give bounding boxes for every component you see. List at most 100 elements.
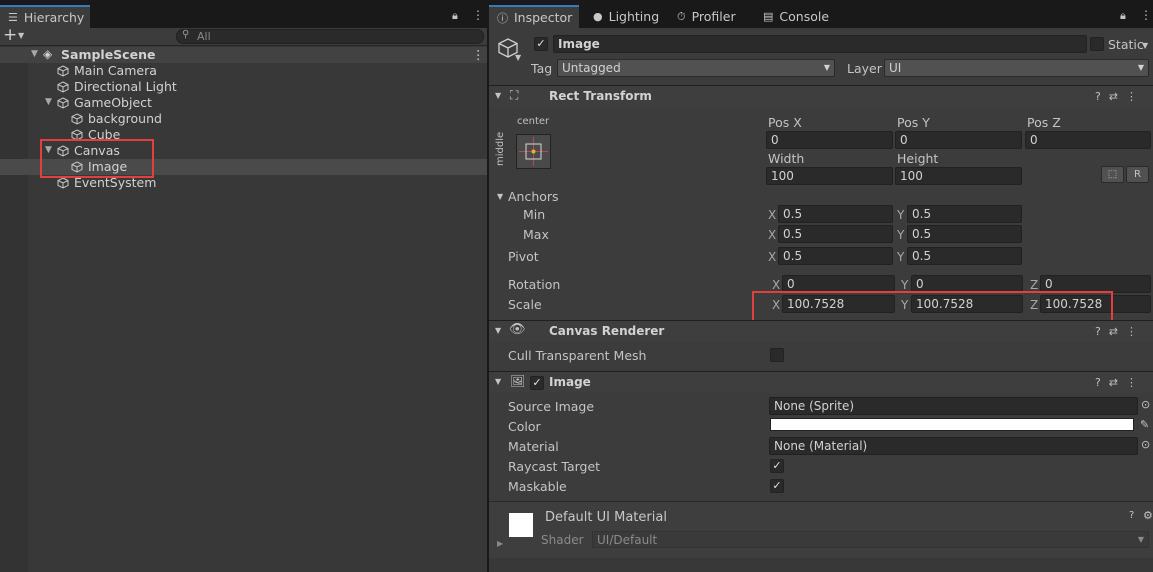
preset-icon[interactable]: ⇄ bbox=[1109, 90, 1126, 103]
raycast-target-checkbox[interactable]: ✓ bbox=[770, 459, 784, 473]
eyedropper-icon[interactable]: ✎ bbox=[1140, 418, 1149, 431]
anchor-max-y-field[interactable]: 0.5 bbox=[907, 225, 1022, 243]
hierarchy-toolbar: + ▼ ⚲ All bbox=[0, 25, 487, 46]
info-icon: ⓘ bbox=[497, 11, 508, 25]
canvas-renderer-header[interactable]: ▼ 👁︎ Canvas Renderer ?⇄⋮ bbox=[489, 320, 1153, 342]
shader-dropdown[interactable]: UI/Default ▼ bbox=[592, 531, 1149, 548]
anchor-preset-icon bbox=[519, 137, 548, 166]
more-options-icon[interactable]: ⋮ bbox=[1126, 90, 1145, 103]
more-options-icon[interactable]: ⋮ bbox=[1140, 8, 1152, 22]
source-image-label: Source Image bbox=[508, 399, 595, 414]
object-name-field[interactable]: Image bbox=[553, 35, 1087, 53]
tag-dropdown[interactable]: Untagged ▼ bbox=[557, 59, 835, 77]
help-icon[interactable]: ? bbox=[1095, 90, 1109, 103]
chevron-down-icon[interactable]: ▼ bbox=[45, 97, 52, 107]
image-enabled-checkbox[interactable]: ✓ bbox=[530, 376, 544, 390]
height-label: Height bbox=[897, 151, 939, 166]
preset-icon[interactable]: ⇄ bbox=[1109, 325, 1126, 338]
more-options-icon[interactable]: ⋮ bbox=[1126, 325, 1145, 338]
more-options-icon[interactable]: ⋮ bbox=[472, 8, 484, 22]
tab-console[interactable]: ▤ Console bbox=[755, 5, 837, 28]
blueprint-mode-button[interactable]: ⬚ bbox=[1101, 166, 1124, 183]
chevron-down-icon: ▼ bbox=[1137, 63, 1144, 72]
tree-item-background[interactable]: background bbox=[0, 111, 487, 127]
static-checkbox[interactable] bbox=[1090, 37, 1104, 51]
anchor-min-x-field[interactable]: 0.5 bbox=[778, 205, 893, 223]
chevron-down-icon[interactable]: ▼ bbox=[1142, 41, 1148, 50]
cull-transparent-label: Cull Transparent Mesh bbox=[508, 348, 647, 363]
axis-x-label: X bbox=[768, 228, 777, 242]
raycast-target-label: Raycast Target bbox=[508, 459, 601, 474]
help-icon[interactable]: ? bbox=[1129, 510, 1134, 521]
anchor-preset-button[interactable] bbox=[516, 134, 551, 169]
more-options-icon[interactable]: ⋮ bbox=[472, 47, 485, 62]
dotted-rect-icon: ⬚ bbox=[1107, 169, 1118, 180]
lock-icon[interactable]: 🔒︎ bbox=[452, 9, 458, 23]
eye-icon: 👁︎ bbox=[509, 322, 526, 337]
maskable-label: Maskable bbox=[508, 479, 567, 494]
tree-item-main-camera[interactable]: Main Camera bbox=[0, 63, 487, 79]
active-checkbox[interactable]: ✓ bbox=[534, 37, 548, 51]
source-image-field[interactable]: None (Sprite) bbox=[769, 397, 1138, 415]
chevron-down-icon[interactable]: ▼ bbox=[515, 53, 521, 62]
layer-dropdown[interactable]: UI ▼ bbox=[884, 59, 1149, 77]
chevron-right-icon[interactable]: ▶ bbox=[497, 539, 503, 548]
chevron-down-icon[interactable]: ▼ bbox=[497, 192, 503, 201]
posz-field[interactable]: 0 bbox=[1025, 131, 1151, 149]
preset-icon[interactable]: ⇄ bbox=[1109, 376, 1126, 389]
component-actions[interactable]: ?⇄⋮ bbox=[1095, 376, 1145, 389]
posx-label: Pos X bbox=[768, 115, 802, 130]
pivot-x-field[interactable]: 0.5 bbox=[778, 247, 893, 265]
pivot-y-field[interactable]: 0.5 bbox=[907, 247, 1022, 265]
object-picker-icon[interactable]: ⊙ bbox=[1141, 398, 1150, 411]
tab-lighting[interactable]: ● Lighting bbox=[585, 5, 667, 28]
tab-profiler[interactable]: ⏱︎ Profiler bbox=[669, 5, 744, 28]
chevron-down-icon[interactable]: ▼ bbox=[18, 31, 24, 40]
lock-icon[interactable]: 🔒︎ bbox=[1120, 9, 1126, 23]
color-swatch[interactable] bbox=[770, 418, 1134, 431]
height-field[interactable]: 100 bbox=[895, 167, 1022, 185]
chevron-down-icon[interactable]: ▼ bbox=[495, 326, 501, 335]
search-input[interactable]: All bbox=[197, 30, 211, 43]
image-component-header[interactable]: ▼ 🖼︎ ✓ Image ?⇄⋮ bbox=[489, 371, 1153, 393]
console-icon: ▤ bbox=[763, 10, 774, 23]
more-options-icon[interactable]: ⋮ bbox=[1126, 376, 1145, 389]
rect-transform-header[interactable]: ▼ ⛶ Rect Transform ?⇄⋮ bbox=[489, 85, 1153, 107]
chevron-down-icon[interactable]: ▼ bbox=[495, 377, 501, 386]
axis-y-label: Y bbox=[901, 278, 909, 292]
tree-item-label: Main Camera bbox=[74, 63, 157, 78]
component-actions[interactable]: ?⇄⋮ bbox=[1095, 325, 1145, 338]
hierarchy-panel: ☰ Hierarchy 🔒︎ ⋮ + ▼ ⚲ All ▼ ◈ SampleSce… bbox=[0, 0, 487, 572]
chevron-down-icon[interactable]: ▼ bbox=[31, 49, 38, 59]
bulb-icon: ● bbox=[593, 10, 603, 23]
axis-x-label: X bbox=[768, 208, 777, 222]
maskable-checkbox[interactable]: ✓ bbox=[770, 479, 784, 493]
layer-value: UI bbox=[889, 61, 902, 75]
gameobject-icon bbox=[57, 81, 69, 93]
help-icon[interactable]: ? bbox=[1095, 376, 1109, 389]
posy-field[interactable]: 0 bbox=[895, 131, 1022, 149]
help-icon[interactable]: ? bbox=[1095, 325, 1109, 338]
tag-label: Tag bbox=[531, 61, 553, 76]
posy-label: Pos Y bbox=[897, 115, 930, 130]
tree-item-directional-light[interactable]: Directional Light bbox=[0, 79, 487, 95]
material-field[interactable]: None (Material) bbox=[769, 437, 1138, 455]
tab-label: Profiler bbox=[691, 9, 736, 24]
posx-field[interactable]: 0 bbox=[766, 131, 893, 149]
object-picker-icon[interactable]: ⊙ bbox=[1141, 438, 1150, 451]
gear-icon[interactable]: ⚙ bbox=[1143, 509, 1153, 522]
width-field[interactable]: 100 bbox=[766, 167, 893, 185]
anchor-min-y-field[interactable]: 0.5 bbox=[907, 205, 1022, 223]
search-field[interactable]: ⚲ All bbox=[176, 29, 484, 44]
chevron-down-icon[interactable]: ▼ bbox=[495, 91, 501, 100]
cull-transparent-checkbox[interactable] bbox=[770, 348, 784, 362]
tab-inspector[interactable]: ⓘ Inspector bbox=[489, 5, 579, 28]
scene-row[interactable]: ▼ ◈ SampleScene ⋮ bbox=[0, 47, 487, 63]
tree-item-gameobject[interactable]: ▼ GameObject bbox=[0, 95, 487, 111]
add-icon[interactable]: + bbox=[3, 25, 17, 45]
raw-edit-button[interactable]: R bbox=[1126, 166, 1149, 183]
highlight-box bbox=[40, 139, 154, 178]
anchor-max-x-field[interactable]: 0.5 bbox=[778, 225, 893, 243]
component-actions[interactable]: ?⇄⋮ bbox=[1095, 90, 1145, 103]
anchors-label: Anchors bbox=[508, 189, 559, 204]
